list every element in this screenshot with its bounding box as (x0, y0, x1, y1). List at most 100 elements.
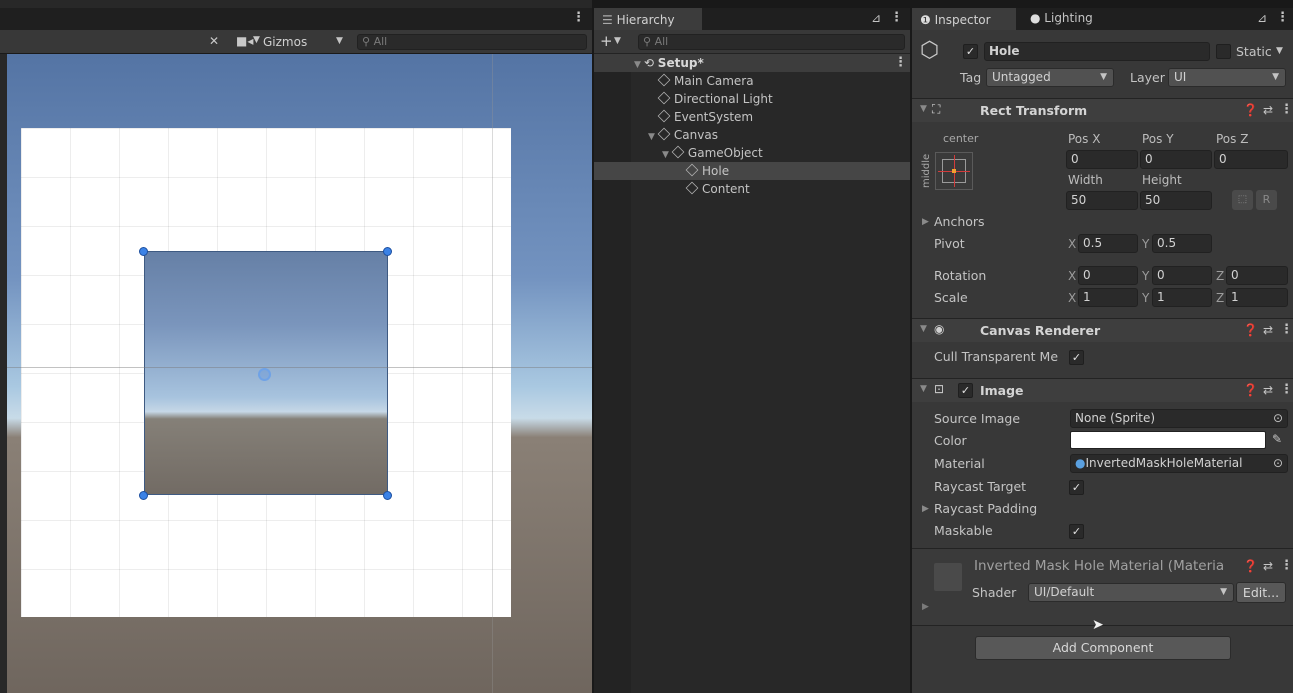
help-icon[interactable]: ❓ (1243, 323, 1258, 337)
hierarchy-item[interactable]: Main Camera (594, 72, 910, 90)
blueprint-mode-button[interactable]: ⬚ (1232, 190, 1253, 210)
scene-row-menu-icon[interactable]: ⋮ (894, 54, 907, 72)
hierarchy-search-input[interactable]: ⚲ All (638, 34, 905, 50)
layer-dropdown[interactable]: UI ▼ (1168, 68, 1286, 87)
hierarchy-item[interactable]: ▼ Canvas (594, 126, 910, 144)
shader-edit-button[interactable]: Edit... (1236, 582, 1286, 603)
lock-icon[interactable]: ⊿ (1257, 11, 1267, 25)
static-dropdown-icon[interactable]: ▼ (1276, 46, 1283, 56)
rect-handle-bottom-left[interactable] (139, 491, 148, 500)
gizmos-button[interactable]: Gizmos (263, 35, 307, 49)
hierarchy-scene-row[interactable]: ▼ ⟲ Setup* ⋮ (594, 54, 910, 72)
preset-icon[interactable]: ⇄ (1263, 559, 1273, 573)
rotation-z-field[interactable]: 0 (1226, 266, 1288, 285)
raycast-padding-label[interactable]: Raycast Padding (934, 501, 1037, 516)
rect-handle-top-right[interactable] (383, 247, 392, 256)
lock-icon[interactable]: ⊿ (871, 11, 881, 25)
hierarchy-item[interactable]: Hole (594, 162, 910, 180)
hierarchy-menu-icon[interactable]: ⋮ (890, 10, 903, 25)
eyedropper-icon[interactable]: ✎ (1272, 432, 1282, 446)
preset-icon[interactable]: ⇄ (1263, 323, 1273, 337)
tag-dropdown[interactable]: Untagged ▼ (986, 68, 1114, 87)
pivot-x-field[interactable]: 0.5 (1078, 234, 1138, 253)
image-header[interactable]: ▼ ⊡ ✓ Image ❓ ⇄ ⋮ (912, 378, 1293, 402)
pivot-handle[interactable] (258, 368, 271, 381)
rot-z-label: Z (1216, 269, 1225, 283)
hierarchy-item[interactable]: ▼ GameObject (594, 144, 910, 162)
help-icon[interactable]: ❓ (1243, 383, 1258, 397)
rotation-label: Rotation (934, 268, 987, 283)
image-enabled-checkbox[interactable]: ✓ (958, 383, 973, 398)
static-checkbox[interactable] (1216, 44, 1231, 59)
width-field[interactable]: 50 (1066, 191, 1138, 210)
gameobject-cube-icon[interactable]: ⬡ (920, 38, 939, 63)
rect-handle-bottom-right[interactable] (383, 491, 392, 500)
rotation-y-field[interactable]: 0 (1152, 266, 1212, 285)
maskable-checkbox[interactable]: ✓ (1069, 524, 1084, 539)
component-menu-icon[interactable]: ⋮ (1280, 382, 1293, 397)
anchors-label[interactable]: Anchors (934, 214, 985, 229)
tools-icon[interactable]: ✕ (209, 34, 219, 48)
fold-arrow-icon[interactable]: ▼ (648, 132, 655, 142)
help-icon[interactable]: ❓ (1243, 559, 1258, 573)
add-component-button[interactable]: Add Component (975, 636, 1231, 660)
fold-arrow-icon[interactable]: ▶ (922, 602, 929, 612)
scene-menu-icon[interactable]: ⋮ (572, 10, 585, 25)
object-name-field[interactable]: Hole (984, 42, 1210, 61)
rect-transform-header[interactable]: ▼ ⛶ Rect Transform ❓ ⇄ ⋮ (912, 98, 1293, 122)
fold-arrow-icon[interactable]: ▼ (594, 60, 641, 70)
pos-y-label: Pos Y (1142, 132, 1174, 146)
material-field[interactable]: ●InvertedMaskHoleMaterial ⊙ (1070, 454, 1288, 473)
material-menu-icon[interactable]: ⋮ (1280, 558, 1293, 573)
object-picker-icon[interactable]: ⊙ (1273, 410, 1283, 427)
hierarchy-item[interactable]: Directional Light (594, 90, 910, 108)
help-icon[interactable]: ❓ (1243, 103, 1258, 117)
source-image-field[interactable]: None (Sprite) ⊙ (1070, 409, 1288, 428)
eye-icon: ◉ (934, 322, 945, 336)
fold-arrow-icon[interactable]: ▼ (920, 384, 927, 394)
shader-dropdown[interactable]: UI/Default ▼ (1028, 583, 1234, 602)
active-checkbox[interactable]: ✓ (963, 44, 978, 59)
fold-arrow-icon[interactable]: ▼ (920, 324, 927, 334)
height-field[interactable]: 50 (1140, 191, 1212, 210)
scene-search-input[interactable]: ⚲ All (357, 34, 587, 50)
color-swatch[interactable] (1070, 431, 1266, 449)
pivot-y-field[interactable]: 0.5 (1152, 234, 1212, 253)
camera-dropdown-icon[interactable]: ▼ (253, 35, 260, 45)
rotation-x-field[interactable]: 0 (1078, 266, 1138, 285)
scale-x-field[interactable]: 1 (1078, 288, 1138, 307)
material-preview-thumbnail[interactable] (934, 563, 962, 591)
tab-inspector[interactable]: ❶ Inspector (912, 8, 1016, 30)
pos-x-field[interactable]: 0 (1066, 150, 1138, 169)
cull-transparent-checkbox[interactable]: ✓ (1069, 350, 1084, 365)
raycast-target-checkbox[interactable]: ✓ (1069, 480, 1084, 495)
preset-icon[interactable]: ⇄ (1263, 383, 1273, 397)
camera-icon[interactable]: ■◂ (236, 34, 253, 48)
tab-lighting[interactable]: ● Lighting (1022, 8, 1122, 30)
scene-view[interactable]: ⋮ ✕ ■◂ ▼ Gizmos ▼ ⚲ All (0, 0, 592, 693)
component-menu-icon[interactable]: ⋮ (1280, 102, 1293, 117)
fold-arrow-icon[interactable]: ▼ (662, 150, 669, 160)
hierarchy-item[interactable]: EventSystem (594, 108, 910, 126)
object-picker-icon[interactable]: ⊙ (1273, 455, 1283, 472)
scale-y-field[interactable]: 1 (1152, 288, 1212, 307)
fold-arrow-icon[interactable]: ▶ (922, 217, 929, 227)
static-label[interactable]: Static (1236, 44, 1272, 59)
raw-edit-button[interactable]: R (1256, 190, 1277, 210)
fold-arrow-icon[interactable]: ▶ (922, 504, 929, 514)
create-plus-icon[interactable]: + (600, 32, 613, 50)
hierarchy-item[interactable]: Content (594, 180, 910, 198)
canvas-renderer-header[interactable]: ▼ ◉ Canvas Renderer ❓ ⇄ ⋮ (912, 318, 1293, 342)
fold-arrow-icon[interactable]: ▼ (920, 104, 927, 114)
tab-hierarchy[interactable]: ☰ Hierarchy (594, 8, 702, 30)
component-menu-icon[interactable]: ⋮ (1280, 322, 1293, 337)
scale-z-field[interactable]: 1 (1226, 288, 1288, 307)
pos-y-field[interactable]: 0 (1140, 150, 1212, 169)
create-dropdown-icon[interactable]: ▼ (614, 36, 621, 46)
anchor-presets-button[interactable] (935, 152, 973, 190)
gizmos-dropdown-icon[interactable]: ▼ (336, 36, 343, 46)
inspector-menu-icon[interactable]: ⋮ (1276, 10, 1289, 25)
rect-handle-top-left[interactable] (139, 247, 148, 256)
pos-z-field[interactable]: 0 (1214, 150, 1288, 169)
preset-icon[interactable]: ⇄ (1263, 103, 1273, 117)
